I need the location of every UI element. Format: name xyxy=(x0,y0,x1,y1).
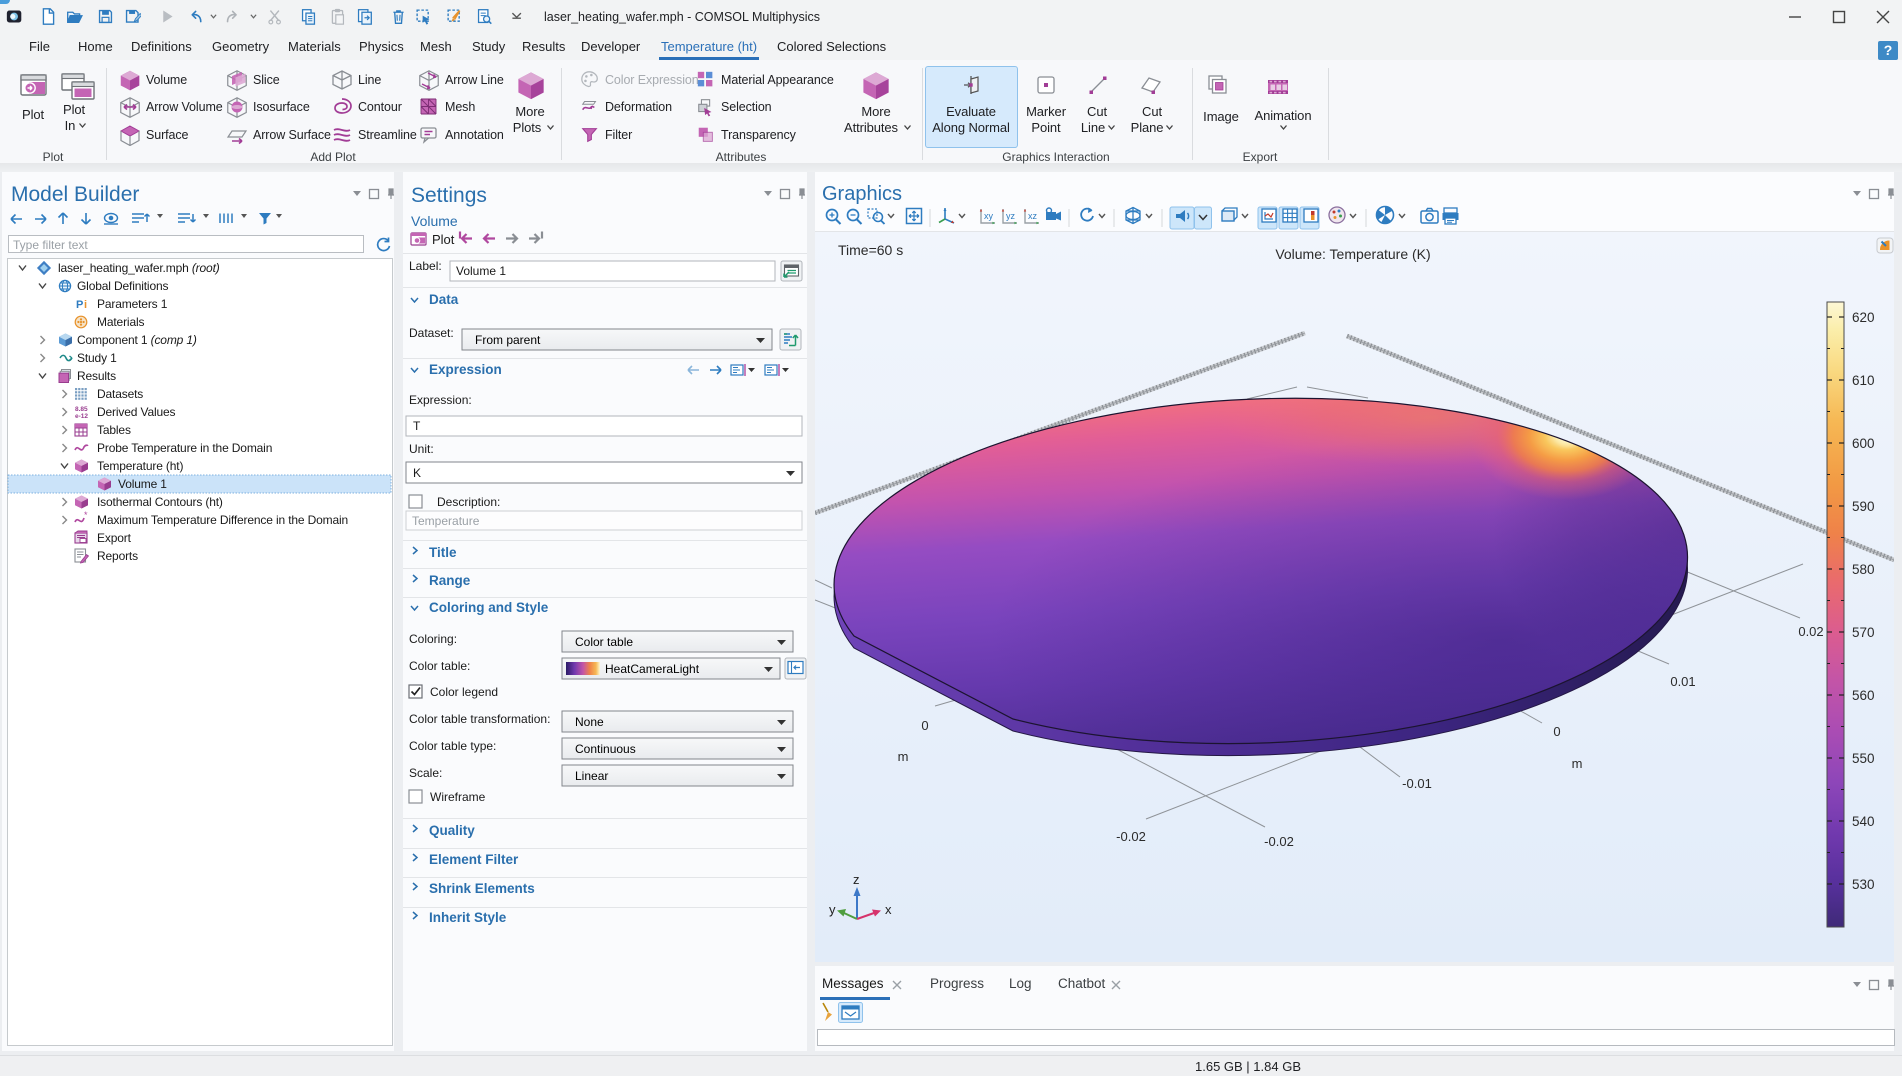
svg-text:590: 590 xyxy=(1852,499,1875,514)
svg-text:Title: Title xyxy=(429,545,457,560)
svg-text:xy: xy xyxy=(984,211,994,221)
svg-text:m: m xyxy=(898,749,909,764)
svg-text:HeatCameraLight: HeatCameraLight xyxy=(605,662,700,676)
svg-text:620: 620 xyxy=(1852,310,1875,325)
svg-text:Volume: Temperature (K): Volume: Temperature (K) xyxy=(1275,246,1430,262)
svg-text:From parent: From parent xyxy=(475,333,541,347)
svg-text:laser_heating_wafer.mph (root): laser_heating_wafer.mph (root) xyxy=(58,261,220,275)
svg-text:xz: xz xyxy=(1028,211,1038,221)
svg-text:Wireframe: Wireframe xyxy=(430,790,486,804)
svg-text:Color table transformation:: Color table transformation: xyxy=(409,712,550,726)
svg-text:8.85: 8.85 xyxy=(75,406,88,413)
svg-text:y: y xyxy=(829,902,836,917)
svg-text:Shrink Elements: Shrink Elements xyxy=(429,881,535,896)
svg-text:Temperature: Temperature xyxy=(412,514,480,528)
svg-text:600: 600 xyxy=(1852,436,1875,451)
svg-text:Color table type:: Color table type: xyxy=(409,739,496,753)
svg-text:Export: Export xyxy=(97,531,132,545)
svg-text:Tables: Tables xyxy=(97,423,131,437)
svg-text:*: * xyxy=(84,510,88,520)
svg-text:Component 1 (comp 1): Component 1 (comp 1) xyxy=(77,333,197,347)
svg-text:Isothermal Contours (ht): Isothermal Contours (ht) xyxy=(97,495,223,509)
svg-text:T: T xyxy=(413,419,421,433)
svg-text:K: K xyxy=(413,466,421,480)
svg-text:0: 0 xyxy=(1553,724,1560,739)
svg-text:Volume 1: Volume 1 xyxy=(456,264,506,278)
svg-text:Temperature (ht): Temperature (ht) xyxy=(97,459,183,473)
svg-text:Plot: Plot xyxy=(432,232,455,247)
svg-text:m: m xyxy=(1572,756,1583,771)
svg-text:570: 570 xyxy=(1852,625,1875,640)
svg-text:Expression:: Expression: xyxy=(409,393,472,407)
svg-text:Coloring and Style: Coloring and Style xyxy=(429,600,549,615)
svg-text:0.01: 0.01 xyxy=(1670,674,1695,689)
svg-text:Continuous: Continuous xyxy=(575,742,636,756)
svg-text:i: i xyxy=(84,299,87,311)
svg-text:x: x xyxy=(885,902,892,917)
svg-text:Reports: Reports xyxy=(97,549,138,563)
svg-text:Results: Results xyxy=(77,369,116,383)
svg-text:Label:: Label: xyxy=(409,259,442,273)
svg-text:Element Filter: Element Filter xyxy=(429,852,519,867)
svg-text:Color legend: Color legend xyxy=(430,685,498,699)
svg-text:-0.01: -0.01 xyxy=(1402,776,1432,791)
svg-text:P: P xyxy=(76,299,83,311)
svg-text:Data: Data xyxy=(429,292,459,307)
svg-text:Volume 1: Volume 1 xyxy=(118,477,167,491)
svg-text:-0.02: -0.02 xyxy=(1116,829,1146,844)
svg-text:Coloring:: Coloring: xyxy=(409,632,457,646)
svg-text:Scale:: Scale: xyxy=(409,766,442,780)
svg-text:Maximum Temperature Difference: Maximum Temperature Difference in the Do… xyxy=(97,513,348,527)
svg-text:580: 580 xyxy=(1852,562,1875,577)
svg-text:yz: yz xyxy=(1006,211,1016,221)
svg-text:Derived Values: Derived Values xyxy=(97,405,176,419)
svg-text:Unit:: Unit: xyxy=(409,442,434,456)
svg-text:e-12: e-12 xyxy=(75,413,88,420)
svg-text:Parameters 1: Parameters 1 xyxy=(97,297,168,311)
svg-text:-0.02: -0.02 xyxy=(1264,834,1294,849)
svg-text:Volume: Volume xyxy=(411,213,458,229)
svg-text:0.02: 0.02 xyxy=(1798,624,1823,639)
svg-text:Materials: Materials xyxy=(97,315,144,329)
svg-text:610: 610 xyxy=(1852,373,1875,388)
svg-text:560: 560 xyxy=(1852,688,1875,703)
svg-text:None: None xyxy=(575,715,604,729)
svg-text:Inherit Style: Inherit Style xyxy=(429,910,507,925)
svg-text:540: 540 xyxy=(1852,814,1875,829)
svg-text:550: 550 xyxy=(1852,751,1875,766)
svg-text:Expression: Expression xyxy=(429,362,502,377)
svg-text:z: z xyxy=(853,872,860,887)
svg-text:Range: Range xyxy=(429,573,471,588)
svg-text:Linear: Linear xyxy=(575,769,608,783)
svg-text:Quality: Quality xyxy=(429,823,475,838)
svg-text:Probe Temperature in the Domai: Probe Temperature in the Domain xyxy=(97,441,272,455)
svg-text:Dataset:: Dataset: xyxy=(409,326,454,340)
svg-text:530: 530 xyxy=(1852,877,1875,892)
svg-text:Color table:: Color table: xyxy=(409,659,470,673)
svg-text:Datasets: Datasets xyxy=(97,387,143,401)
svg-text:Description:: Description: xyxy=(437,495,500,509)
svg-text:Settings: Settings xyxy=(411,184,487,207)
svg-text:0: 0 xyxy=(921,718,928,733)
svg-text:Color table: Color table xyxy=(575,635,633,649)
svg-text:Global Definitions: Global Definitions xyxy=(77,279,168,293)
svg-text:Time=60 s: Time=60 s xyxy=(838,242,903,258)
svg-text:Study 1: Study 1 xyxy=(77,351,117,365)
